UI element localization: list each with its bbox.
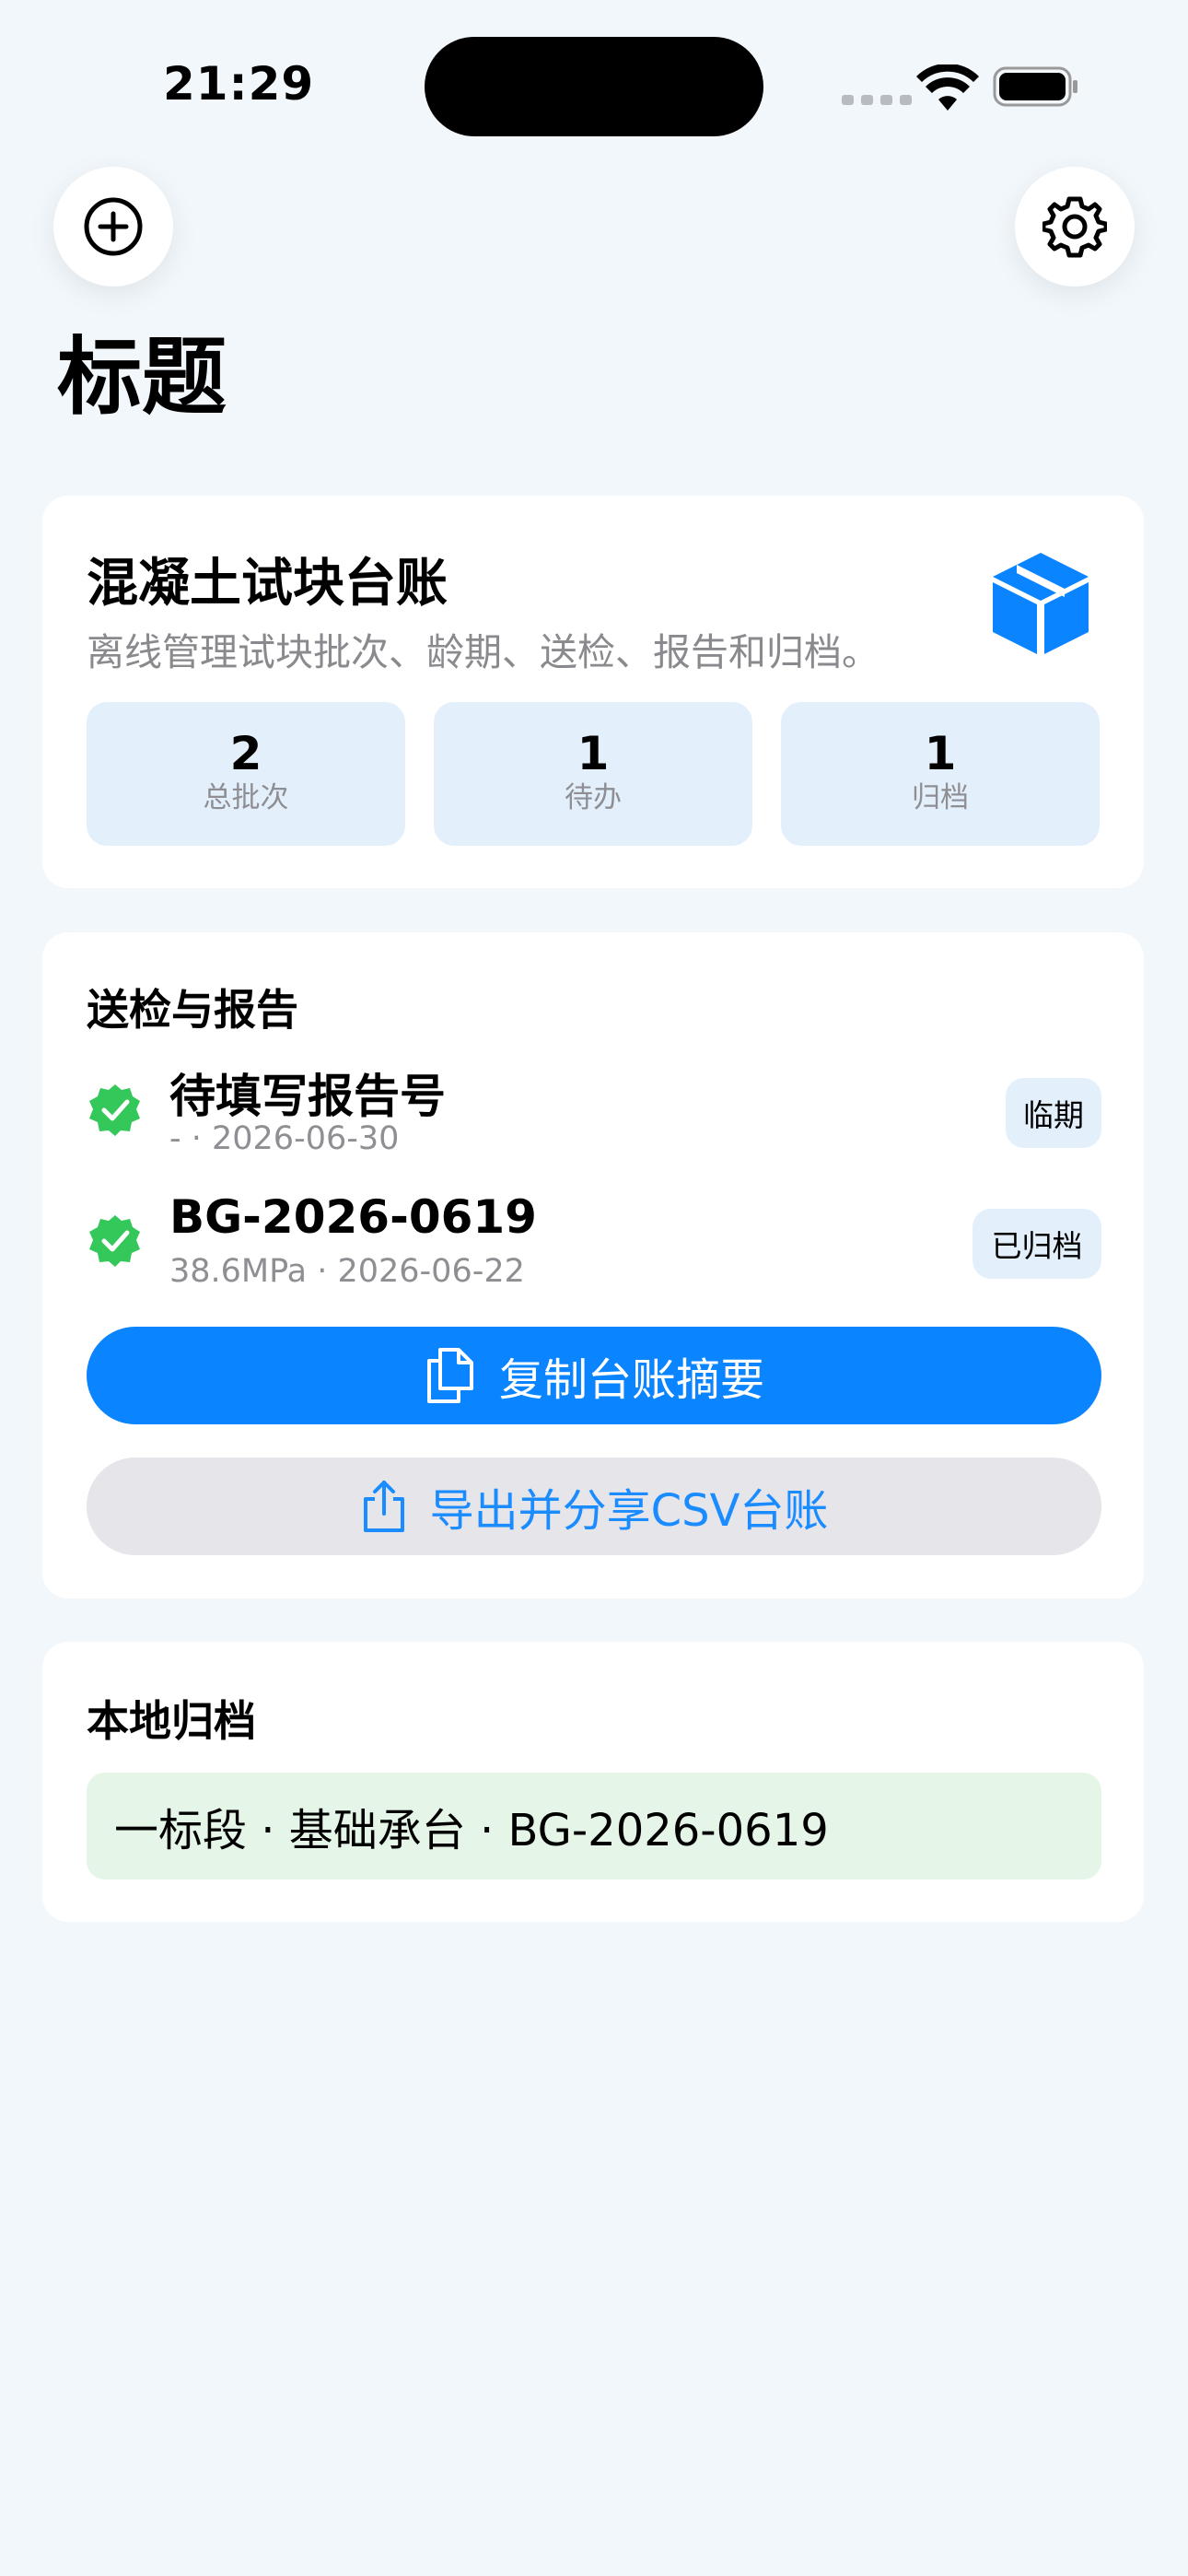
copy-summary-button[interactable]: 复制台账摘要 <box>87 1327 1101 1424</box>
ledger-title: 混凝土试块台账 <box>87 554 448 614</box>
status-time: 21:29 <box>163 57 315 111</box>
report-row[interactable]: 待填写报告号 - · 2026-06-30 临期 <box>87 1060 1101 1161</box>
stat-value: 1 <box>924 727 957 780</box>
report-row-title: 待填写报告号 <box>169 1070 446 1123</box>
export-csv-label: 导出并分享CSV台账 <box>429 1485 829 1537</box>
dynamic-island <box>425 37 763 136</box>
checkmark-seal-icon <box>89 1084 140 1136</box>
stat-pending: 1 待办 <box>434 702 752 846</box>
archive-section-title: 本地归档 <box>87 1696 256 1746</box>
ledger-subtitle: 离线管理试块批次、龄期、送检、报告和归档。 <box>87 630 879 674</box>
archive-list-item[interactable]: 一标段 · 基础承台 · BG-2026-0619 <box>87 1773 1101 1879</box>
stat-archived: 1 归档 <box>781 702 1100 846</box>
gear-icon <box>1042 196 1107 258</box>
status-badge: 临期 <box>1006 1078 1101 1148</box>
export-csv-button[interactable]: 导出并分享CSV台账 <box>87 1458 1101 1555</box>
page-title: 标题 <box>57 328 227 427</box>
wifi-icon <box>916 64 979 111</box>
copy-summary-label: 复制台账摘要 <box>498 1354 764 1406</box>
cellular-signal-icon <box>842 95 912 105</box>
copy-document-icon <box>426 1348 473 1403</box>
report-row[interactable]: BG-2026-0619 38.6MPa · 2026-06-22 已归档 <box>87 1190 1101 1292</box>
report-row-subtitle: - · 2026-06-30 <box>169 1120 400 1157</box>
plus-circle-icon <box>84 197 143 256</box>
checkmark-seal-icon <box>89 1215 140 1267</box>
stat-label: 总批次 <box>203 781 289 814</box>
report-row-subtitle: 38.6MPa · 2026-06-22 <box>169 1253 525 1290</box>
stat-label: 归档 <box>912 781 969 814</box>
add-button[interactable] <box>53 167 173 287</box>
stat-value: 2 <box>229 727 262 780</box>
stat-value: 1 <box>577 727 610 780</box>
battery-icon <box>993 66 1077 107</box>
stat-total-batches: 2 总批次 <box>87 702 405 846</box>
share-icon <box>363 1481 404 1532</box>
stat-label: 待办 <box>565 781 622 814</box>
report-row-title: BG-2026-0619 <box>169 1190 537 1244</box>
settings-button[interactable] <box>1015 167 1135 287</box>
status-badge: 已归档 <box>973 1209 1101 1279</box>
cube-icon <box>993 553 1089 654</box>
reports-section-title: 送检与报告 <box>87 985 298 1035</box>
